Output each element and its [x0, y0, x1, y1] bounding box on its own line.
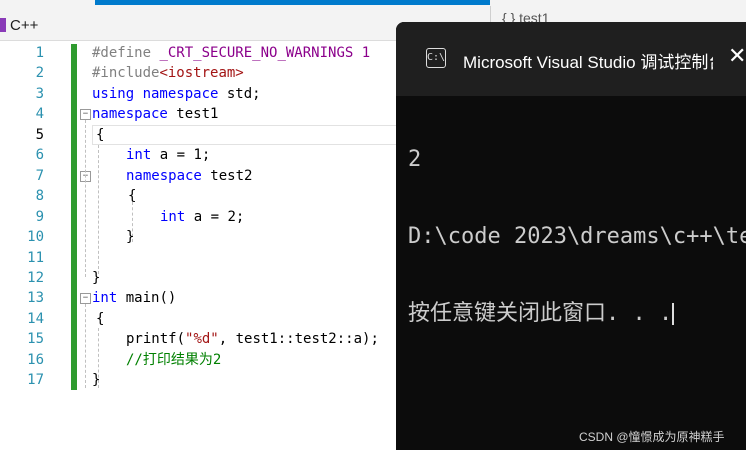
code-line: //打印结果为2: [126, 352, 222, 368]
code-line: int a = 2;: [160, 209, 245, 225]
code-line: #include<iostream>: [92, 65, 244, 81]
fold-toggle-icon[interactable]: −: [80, 109, 91, 120]
close-icon[interactable]: ✕: [728, 44, 746, 69]
active-tab-indicator: [95, 0, 490, 5]
line-number: 4: [35, 106, 44, 122]
indent-guide: [98, 145, 99, 274]
code-line: using namespace std;: [92, 86, 261, 102]
line-number: 8: [35, 188, 44, 204]
current-line-highlight: [92, 125, 412, 145]
console-output[interactable]: 2 D:\code 2023\dreams\c++\test1 按任意键关闭此窗…: [408, 96, 746, 377]
watermark: CSDN @憧憬成为原神糕手: [579, 430, 725, 444]
code-line: int main(): [92, 290, 177, 306]
line-number: 6: [35, 147, 44, 163]
line-number: 15: [27, 331, 44, 347]
code-line: }: [92, 372, 101, 388]
code-line: printf("%d", test1::test2::a);: [126, 331, 379, 347]
code-line: {: [96, 311, 105, 327]
line-number: 2: [35, 65, 44, 81]
line-number: 3: [35, 86, 44, 102]
fold-toggle-icon[interactable]: −: [80, 293, 91, 304]
line-number: 7: [35, 168, 44, 184]
code-line: int a = 1;: [126, 147, 211, 163]
line-number: 9: [35, 209, 44, 225]
project-scope-dropdown[interactable]: C++: [0, 14, 38, 36]
line-number: 1: [35, 45, 44, 61]
line-number: 17: [27, 372, 44, 388]
console-line: 按任意键关闭此窗口. . .: [408, 301, 675, 326]
line-number: 13: [27, 290, 44, 306]
console-title-bar[interactable]: C:\ Microsoft Visual Studio 调试控制台 ✕: [396, 22, 746, 96]
cpp-file-icon: [0, 18, 6, 32]
code-line: namespace test1: [92, 106, 219, 122]
console-title: Microsoft Visual Studio 调试控制台: [463, 53, 713, 72]
console-line: 2: [408, 147, 422, 172]
console-line: D:\code 2023\dreams\c++\test1: [408, 224, 746, 249]
indent-guide: [85, 120, 86, 277]
code-line: #define _CRT_SECURE_NO_WARNINGS 1: [92, 45, 371, 61]
line-number: 14: [27, 311, 44, 327]
scope-label: C++: [10, 16, 39, 34]
code-line: }: [126, 229, 135, 245]
code-line: namespace test2: [126, 168, 253, 184]
change-tracking-bar: [71, 44, 77, 390]
line-number: 11: [27, 250, 44, 266]
debug-console-window[interactable]: C:\ Microsoft Visual Studio 调试控制台 ✕ 2 D:…: [396, 22, 746, 450]
code-line: }: [92, 270, 101, 286]
code-line: {: [128, 188, 137, 204]
code-line: {: [96, 127, 105, 143]
line-number: 10: [27, 229, 44, 245]
line-number: 12: [27, 270, 44, 286]
terminal-icon: C:\: [426, 48, 446, 68]
line-number: 16: [27, 352, 44, 368]
text-cursor: [672, 303, 675, 325]
line-number: 5: [35, 127, 44, 143]
indent-guide: [85, 304, 86, 388]
